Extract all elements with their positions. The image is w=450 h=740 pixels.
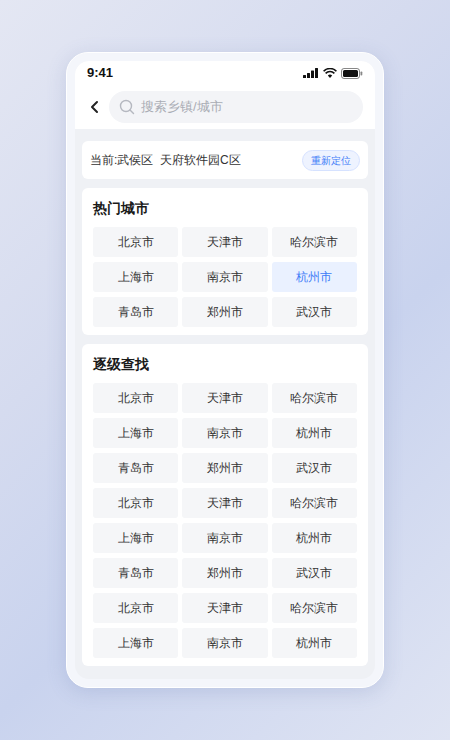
city-cell[interactable]: 郑州市	[182, 453, 267, 483]
city-grid: 北京市天津市哈尔滨市上海市南京市杭州市青岛市郑州市武汉市北京市天津市哈尔滨市上海…	[93, 383, 357, 658]
city-cell[interactable]: 哈尔滨市	[272, 227, 357, 257]
city-cell[interactable]: 天津市	[182, 488, 267, 518]
search-row: 搜索乡镇/城市	[75, 85, 375, 129]
city-cell[interactable]: 青岛市	[93, 453, 178, 483]
city-cell[interactable]: 天津市	[182, 383, 267, 413]
back-arrow-icon[interactable]	[89, 100, 101, 114]
search-icon	[119, 99, 135, 115]
section-title: 逐级查找	[93, 354, 357, 374]
page-background: 9:41搜索乡镇/城市当前:武侯区 天府软件园C区重新定位热门城市北京市天津市哈…	[0, 0, 450, 740]
battery-icon	[341, 68, 363, 79]
city-cell[interactable]: 天津市	[182, 593, 267, 623]
relocate-button[interactable]: 重新定位	[302, 150, 360, 171]
city-cell[interactable]: 青岛市	[93, 297, 178, 327]
city-cell[interactable]: 郑州市	[182, 558, 267, 588]
city-cell[interactable]: 武汉市	[272, 297, 357, 327]
city-section: 热门城市北京市天津市哈尔滨市上海市南京市杭州市青岛市郑州市武汉市	[82, 188, 368, 335]
city-cell[interactable]: 杭州市	[272, 523, 357, 553]
city-cell[interactable]: 哈尔滨市	[272, 488, 357, 518]
city-cell[interactable]: 北京市	[93, 488, 178, 518]
city-cell[interactable]: 杭州市	[272, 418, 357, 448]
current-location: 当前:武侯区 天府软件园C区	[90, 151, 241, 169]
city-cell[interactable]: 上海市	[93, 418, 178, 448]
section-title: 热门城市	[93, 198, 357, 218]
city-cell[interactable]: 郑州市	[182, 297, 267, 327]
city-cell[interactable]: 武汉市	[272, 453, 357, 483]
city-cell[interactable]: 南京市	[182, 262, 267, 292]
search-field[interactable]: 搜索乡镇/城市	[109, 91, 363, 123]
city-grid: 北京市天津市哈尔滨市上海市南京市杭州市青岛市郑州市武汉市	[93, 227, 357, 327]
city-cell[interactable]: 上海市	[93, 628, 178, 658]
status-icons	[303, 68, 363, 79]
city-cell[interactable]: 天津市	[182, 227, 267, 257]
city-cell[interactable]: 青岛市	[93, 558, 178, 588]
search-placeholder: 搜索乡镇/城市	[141, 97, 223, 117]
location-card: 当前:武侯区 天府软件园C区 重新定位	[82, 141, 368, 179]
city-cell[interactable]: 哈尔滨市	[272, 383, 357, 413]
city-cell[interactable]: 武汉市	[272, 558, 357, 588]
city-cell[interactable]: 北京市	[93, 593, 178, 623]
city-cell[interactable]: 北京市	[93, 227, 178, 257]
city-cell[interactable]: 上海市	[93, 523, 178, 553]
city-cell[interactable]: 上海市	[93, 262, 178, 292]
signal-icon	[303, 68, 319, 78]
content: 当前:武侯区 天府软件园C区重新定位热门城市北京市天津市哈尔滨市上海市南京市杭州…	[75, 129, 375, 666]
city-cell[interactable]: 南京市	[182, 628, 267, 658]
wifi-icon	[323, 68, 337, 78]
status-bar: 9:41	[75, 61, 375, 85]
status-time: 9:41	[87, 63, 113, 83]
city-cell[interactable]: 杭州市	[272, 628, 357, 658]
phone-screen: 9:41搜索乡镇/城市当前:武侯区 天府软件园C区重新定位热门城市北京市天津市哈…	[75, 61, 375, 679]
city-cell[interactable]: 南京市	[182, 418, 267, 448]
city-cell[interactable]: 南京市	[182, 523, 267, 553]
city-cell[interactable]: 哈尔滨市	[272, 593, 357, 623]
header: 9:41 搜索乡镇/城市	[75, 61, 375, 129]
city-cell[interactable]: 北京市	[93, 383, 178, 413]
city-section: 逐级查找北京市天津市哈尔滨市上海市南京市杭州市青岛市郑州市武汉市北京市天津市哈尔…	[82, 344, 368, 666]
phone-frame: 9:41搜索乡镇/城市当前:武侯区 天府软件园C区重新定位热门城市北京市天津市哈…	[66, 52, 384, 688]
city-cell[interactable]: 杭州市	[272, 262, 357, 292]
